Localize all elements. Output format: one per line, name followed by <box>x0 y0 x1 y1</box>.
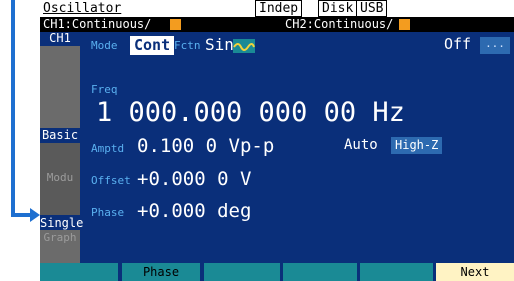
more-options-button[interactable]: ... <box>480 37 510 54</box>
side-item-modu[interactable]: Modu <box>40 143 80 215</box>
phase-label: Phase <box>91 206 125 219</box>
disk-indicator: Disk <box>318 0 358 17</box>
side-slot-blank <box>40 46 80 128</box>
load-value[interactable]: High-Z <box>391 137 443 154</box>
mode-label: Mode <box>91 39 118 52</box>
channel-status-bar: CH1:Continuous/ CH2:Continuous/ <box>40 17 514 32</box>
softkey-phase[interactable]: Phase <box>122 263 200 281</box>
mode-value[interactable]: Cont <box>130 36 175 55</box>
amptd-value[interactable]: 0.100 0 Vp-p <box>137 133 274 159</box>
phase-value[interactable]: +0.000 deg <box>137 198 251 224</box>
instrument-screen: Oscillator Indep Disk USB CH1:Continuous… <box>40 0 514 281</box>
indep-indicator: Indep <box>255 0 303 17</box>
side-item-modu-label: Modu <box>46 171 74 184</box>
side-item-graph-label: Graph <box>43 231 77 244</box>
screen-title: Oscillator <box>43 1 122 16</box>
top-status-bar: Oscillator Indep Disk USB <box>40 0 514 17</box>
softkey-bar: Phase Next <box>40 263 514 281</box>
callout-arrow-head <box>30 208 40 222</box>
offset-label: Offset <box>91 174 131 187</box>
ch1-status: CH1:Continuous/ <box>43 17 152 31</box>
ch2-output-indicator <box>399 19 410 30</box>
softkey-4[interactable] <box>283 263 357 281</box>
side-menu: CH1 Basic Modu Single Graph <box>40 32 83 281</box>
softkey-3[interactable] <box>204 263 280 281</box>
softkey-1[interactable] <box>40 263 118 281</box>
output-state[interactable]: Off <box>444 35 471 53</box>
freq-value[interactable]: 1 000.000 000 00 Hz <box>96 96 405 130</box>
amptd-label: Amptd <box>91 142 125 155</box>
softkey-next[interactable]: Next <box>436 263 514 281</box>
freq-label: Freq <box>91 83 118 96</box>
ch2-status: CH2:Continuous/ <box>285 17 394 31</box>
range-value[interactable]: Auto <box>344 137 378 153</box>
side-item-basic[interactable]: Basic <box>40 129 80 142</box>
offset-value[interactable]: +0.000 0 V <box>137 166 251 192</box>
ch1-tab[interactable]: CH1 <box>40 32 80 45</box>
function-label: Fctn <box>174 39 201 52</box>
settings-panel: Mode Cont Fctn Sine Off ... Freq 1 000.0… <box>80 32 514 263</box>
usb-indicator: USB <box>356 0 388 17</box>
sine-wave-icon <box>233 39 255 53</box>
softkey-5[interactable] <box>360 263 433 281</box>
callout-arrow-line <box>11 0 15 216</box>
side-item-single[interactable]: Single <box>40 217 83 230</box>
ch1-output-indicator <box>170 19 181 30</box>
